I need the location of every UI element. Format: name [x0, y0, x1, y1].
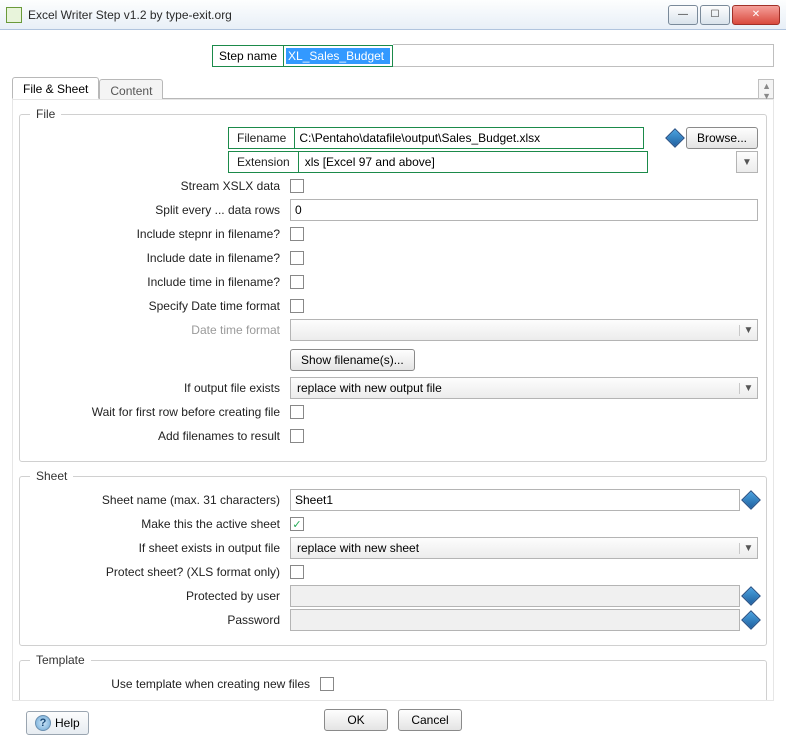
variable-icon[interactable]: [744, 589, 758, 603]
sheetname-input[interactable]: [290, 489, 740, 511]
usetpl-checkbox[interactable]: [320, 677, 334, 691]
extension-dropdown-arrow[interactable]: ▼: [736, 151, 758, 173]
help-button[interactable]: ? Help: [26, 711, 89, 735]
extension-value: xls [Excel 97 and above]: [299, 155, 647, 169]
specfmt-label: Specify Date time format: [28, 299, 290, 313]
variable-icon[interactable]: [668, 131, 682, 145]
specfmt-checkbox[interactable]: [290, 299, 304, 313]
inctime-checkbox[interactable]: [290, 275, 304, 289]
incdate-checkbox[interactable]: [290, 251, 304, 265]
protect-checkbox[interactable]: [290, 565, 304, 579]
protuser-input: [290, 585, 740, 607]
stepnr-label: Include stepnr in filename?: [28, 227, 290, 241]
sheet-exists-label: If sheet exists in output file: [28, 541, 290, 555]
split-input[interactable]: [290, 199, 758, 221]
step-name-extend[interactable]: [393, 44, 774, 67]
browse-button[interactable]: Browse...: [686, 127, 758, 149]
step-name-row: Step name: [12, 44, 774, 67]
filename-input[interactable]: [294, 127, 644, 149]
tab-content[interactable]: Content: [99, 79, 163, 99]
waitrow-checkbox[interactable]: [290, 405, 304, 419]
step-name-label: Step name: [212, 45, 284, 67]
waitrow-label: Wait for first row before creating file: [28, 405, 290, 419]
usetpl-label: Use template when creating new files: [28, 677, 320, 691]
extension-label: Extension: [228, 151, 299, 173]
sheet-group-title: Sheet: [30, 469, 73, 483]
maximize-button[interactable]: ☐: [700, 5, 730, 25]
dtf-label: Date time format: [28, 323, 290, 337]
stream-checkbox[interactable]: [290, 179, 304, 193]
inctime-label: Include time in filename?: [28, 275, 290, 289]
sheet-exists-value: replace with new sheet: [291, 541, 739, 555]
split-label: Split every ... data rows: [28, 203, 290, 217]
protuser-label: Protected by user: [28, 589, 290, 603]
active-checkbox[interactable]: [290, 517, 304, 531]
window-title: Excel Writer Step v1.2 by type-exit.org: [28, 8, 668, 22]
template-group: Template Use template when creating new …: [19, 660, 767, 701]
pwd-input: [290, 609, 740, 631]
sheet-exists-select[interactable]: replace with new sheet▼: [290, 537, 758, 559]
sheetname-label: Sheet name (max. 31 characters): [28, 493, 290, 507]
close-button[interactable]: ✕: [732, 5, 780, 25]
stepnr-checkbox[interactable]: [290, 227, 304, 241]
addfn-label: Add filenames to result: [28, 429, 290, 443]
window-buttons: — ☐ ✕: [668, 5, 780, 25]
minimize-button[interactable]: —: [668, 5, 698, 25]
stream-label: Stream XSLX data: [28, 179, 290, 193]
extension-select[interactable]: xls [Excel 97 and above]: [298, 151, 648, 173]
variable-icon[interactable]: [744, 613, 758, 627]
help-icon: ?: [35, 715, 51, 731]
title-bar: Excel Writer Step v1.2 by type-exit.org …: [0, 0, 786, 30]
file-group-title: File: [30, 107, 61, 121]
protect-label: Protect sheet? (XLS format only): [28, 565, 290, 579]
show-filenames-button[interactable]: Show filename(s)...: [290, 349, 415, 371]
active-label: Make this the active sheet: [28, 517, 290, 531]
tab-file-sheet-label: File & Sheet: [23, 82, 88, 96]
out-exists-value: replace with new output file: [291, 381, 739, 395]
app-icon: [6, 7, 22, 23]
pwd-label: Password: [28, 613, 290, 627]
tab-file-sheet[interactable]: File & Sheet: [12, 77, 99, 99]
file-group: File Filename Browse... Extension xls [E…: [19, 114, 767, 462]
step-name-input[interactable]: [286, 48, 390, 64]
out-exists-select[interactable]: replace with new output file▼: [290, 377, 758, 399]
chevron-down-icon[interactable]: ▼: [739, 543, 757, 554]
out-exists-label: If output file exists: [28, 381, 290, 395]
addfn-checkbox[interactable]: [290, 429, 304, 443]
chevron-down-icon[interactable]: ▼: [739, 383, 757, 394]
template-group-title: Template: [30, 653, 91, 667]
tab-bar: File & Sheet Content ▲▼: [12, 77, 774, 99]
chevron-down-icon: ▼: [739, 325, 757, 336]
sheet-group: Sheet Sheet name (max. 31 characters) Ma…: [19, 476, 767, 646]
dtf-select: ▼: [290, 319, 758, 341]
variable-icon[interactable]: [744, 493, 758, 507]
filename-label: Filename: [228, 127, 295, 149]
incdate-label: Include date in filename?: [28, 251, 290, 265]
tab-content-label: Content: [110, 84, 152, 98]
tab-scroll-icon[interactable]: ▲▼: [762, 81, 771, 101]
